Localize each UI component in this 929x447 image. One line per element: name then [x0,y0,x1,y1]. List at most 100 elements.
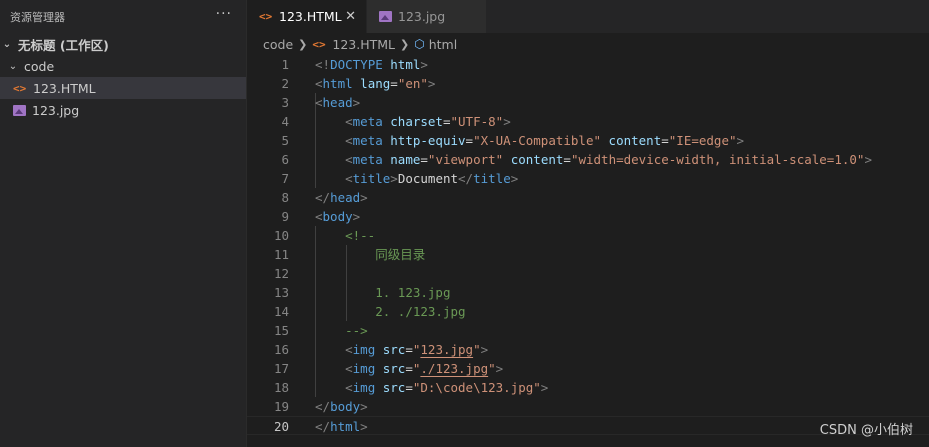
code-editor[interactable]: 1 <!DOCTYPE html> 2 <html lang="en"> 3 <head>… [247,55,929,447]
code-line[interactable]: 3 <head> [247,93,929,112]
code-text: <meta charset="UTF-8"> [315,112,511,131]
line-number: 11 [273,247,289,262]
file-label: 123.HTML [33,80,96,96]
code-token: Document [397,171,459,186]
code-token: content [608,133,662,148]
code-text: <body> [315,207,360,226]
line-number: 8 [281,190,289,205]
code-token: = [465,133,474,148]
code-text: <!-- [315,226,375,245]
file-label: 123.jpg [32,102,80,118]
code-line[interactable]: 7 <title>Document</title> [247,169,929,188]
tab-123-html[interactable]: <> 123.HTML ✕ [247,0,367,33]
breadcrumb-file[interactable]: 123.HTML [332,37,395,52]
line-number: 16 [273,342,289,357]
code-token: < [315,76,323,91]
code-line[interactable]: 5 <meta http-equiv="X-UA-Compatible" con… [247,131,929,150]
file-item-html[interactable]: <> 123.HTML [0,77,246,99]
code-line[interactable]: 13 1. 123.jpg [247,283,929,302]
code-text: <img src="./123.jpg"> [315,359,503,378]
more-actions-icon[interactable]: ··· [216,7,232,27]
code-token: img [352,361,376,376]
line-number: 6 [281,152,289,167]
code-text: <meta name="viewport" content="width=dev… [315,150,872,169]
code-line[interactable]: 19 </body> [247,397,929,416]
code-line[interactable]: 2 <html lang="en"> [247,74,929,93]
code-token: "D:\code\123.jpg" [412,380,541,395]
code-line[interactable]: 10 <!-- [247,226,929,245]
image-file-icon [379,11,392,22]
line-number: 9 [281,209,289,224]
code-token: <!-- [345,228,376,243]
file-item-jpg[interactable]: 123.jpg [0,99,246,121]
workspace-root[interactable]: ⌄ 无标题 (工作区) [0,33,246,55]
code-token: body [330,399,361,414]
code-token: > [503,114,511,129]
folder-code[interactable]: ⌄ code [0,55,246,77]
chevron-right-icon: ❯ [298,37,308,51]
code-token: > [360,419,368,434]
symbol-icon: ⬡ [414,37,425,51]
code-token: < [345,114,353,129]
code-line[interactable]: 1 <!DOCTYPE html> [247,55,929,74]
tab-123-jpg[interactable]: 123.jpg [367,0,487,33]
code-token: 同级目录 [375,247,426,262]
code-line[interactable]: 11 同级目录 [247,245,929,264]
tab-label: 123.HTML [279,9,342,24]
line-number: 4 [281,114,289,129]
code-text: <!DOCTYPE html> [315,55,428,74]
code-token: </ [315,419,331,434]
line-number: 10 [273,228,289,243]
code-text: <title>Document</title> [315,169,518,188]
close-icon[interactable]: ✕ [345,9,356,24]
code-line[interactable]: 18 <img src="D:\code\123.jpg"> [247,378,929,397]
code-text: </html> [315,417,368,436]
code-line[interactable]: 12 [247,264,929,283]
html-file-icon: <> [259,10,273,23]
code-token: > [360,190,368,205]
code-token: title [352,171,391,186]
code-token: "IE=edge" [668,133,737,148]
code-line[interactable]: 6 <meta name="viewport" content="width=d… [247,150,929,169]
code-token: title [473,171,511,186]
breadcrumb-symbol[interactable]: html [429,37,457,52]
code-token: head [322,95,353,110]
code-token: > [495,361,504,376]
line-number: 5 [281,133,289,148]
code-text: <img src="D:\code\123.jpg"> [315,378,548,397]
code-token: ./123.jpg [420,361,489,376]
code-line[interactable]: 9 <body> [247,207,929,226]
code-token: meta [352,133,383,148]
code-token: html [330,419,361,434]
code-token: > [736,133,745,148]
breadcrumb-folder[interactable]: code [263,37,293,52]
code-token: src [382,380,406,395]
code-line[interactable]: 4 <meta charset="UTF-8"> [247,112,929,131]
line-number: 19 [273,399,289,414]
code-token: < [345,171,353,186]
line-number: 1 [281,57,289,72]
code-token: = [420,152,428,167]
code-token: --> [345,323,368,338]
code-line[interactable]: 8 </head> [247,188,929,207]
code-token: = [563,152,571,167]
code-token: = [405,380,413,395]
code-line[interactable]: 15 --> [247,321,929,340]
code-line[interactable]: 14 2. ./123.jpg [247,302,929,321]
code-token: "UTF-8" [450,114,504,129]
code-line[interactable]: 17 <img src="./123.jpg"> [247,359,929,378]
code-line[interactable]: 16 <img src="123.jpg"> [247,340,929,359]
chevron-down-icon: ⌄ [8,60,18,72]
line-number: 7 [281,171,289,186]
workspace-label: 无标题 (工作区) [18,37,109,53]
